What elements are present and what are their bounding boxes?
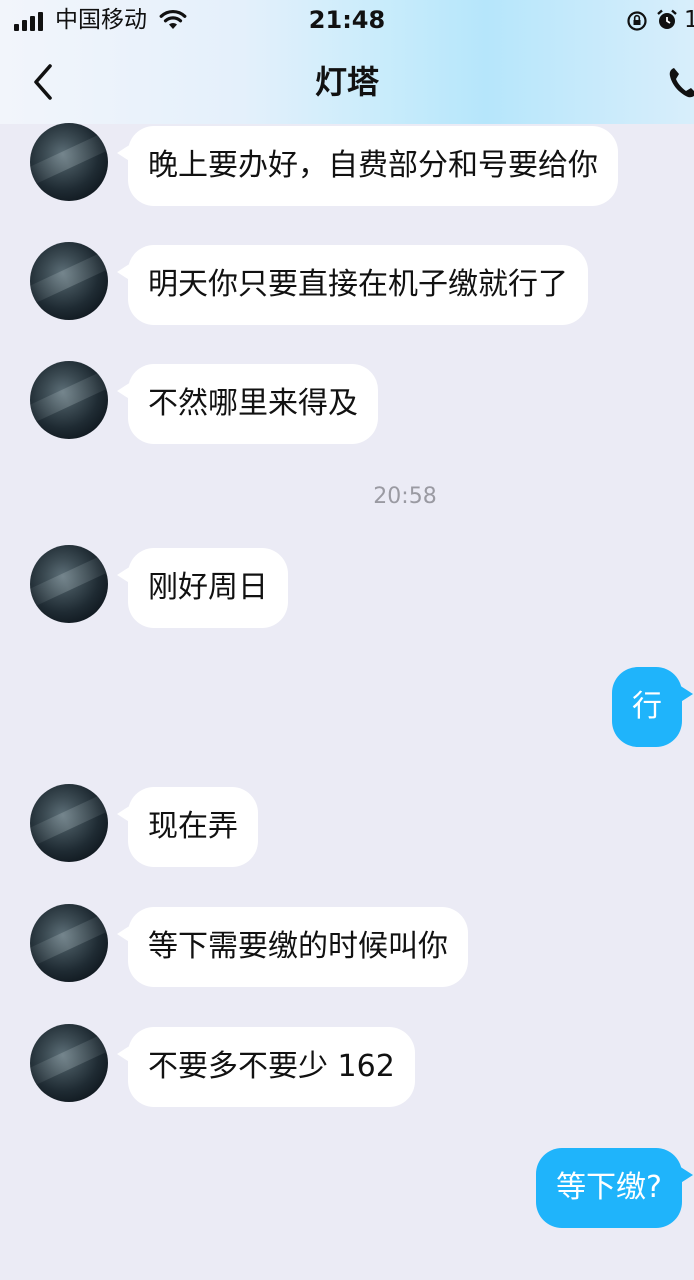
chat-title: 灯塔: [314, 63, 379, 101]
incoming-message-bubble[interactable]: 明天你只要直接在机子缴就行了: [117, 245, 588, 325]
contact-avatar[interactable]: [30, 1024, 108, 1102]
outgoing-message-bubble[interactable]: 行: [612, 667, 693, 747]
contact-avatar[interactable]: [30, 904, 108, 982]
chat-bottom-edge: [0, 1268, 694, 1280]
incoming-message-bubble[interactable]: 刚好周日: [117, 548, 288, 628]
battery-percent: 1: [684, 7, 694, 33]
contact-avatar[interactable]: [30, 361, 108, 439]
chat-header: 中国移动 21:48 1 灯塔: [0, 0, 694, 124]
status-time: 21:48: [308, 6, 386, 34]
incoming-message-bubble[interactable]: 不要多不要少 162: [117, 1027, 415, 1107]
incoming-message-bubble[interactable]: 等下需要缴的时候叫你: [117, 907, 468, 987]
phone-call-icon[interactable]: [668, 66, 694, 100]
contact-avatar[interactable]: [30, 545, 108, 623]
message-timestamp: 20:58: [373, 484, 437, 509]
chat-screen: 中国移动 21:48 1 灯塔 晚上要办好，自费部分和号要给你 明天你只要直接在…: [0, 0, 694, 1280]
outgoing-message-bubble[interactable]: 等下缴?: [536, 1148, 693, 1228]
contact-avatar[interactable]: [30, 123, 108, 201]
incoming-message-bubble[interactable]: 不然哪里来得及: [117, 364, 378, 444]
alarm-icon: [657, 9, 677, 29]
incoming-message-bubble[interactable]: 晚上要办好，自费部分和号要给你: [117, 126, 618, 206]
contact-avatar[interactable]: [30, 784, 108, 862]
orientation-lock-icon: [627, 11, 647, 31]
incoming-message-bubble[interactable]: 现在弄: [117, 787, 258, 867]
contact-avatar[interactable]: [30, 242, 108, 320]
